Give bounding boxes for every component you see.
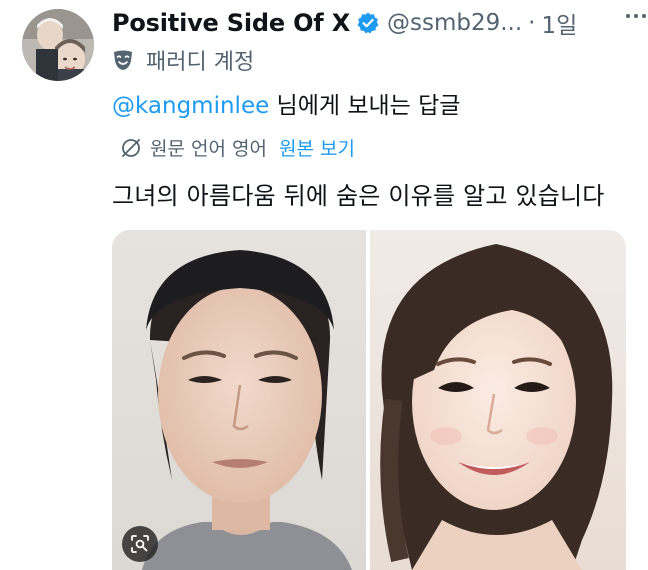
post-media-image[interactable] [112, 230, 626, 570]
visual-search-icon[interactable] [122, 526, 158, 562]
header-separator: · [528, 10, 536, 36]
reply-context: @kangminlee 님에게 보내는 답글 [112, 86, 460, 120]
more-options-icon[interactable] [626, 14, 646, 18]
verified-badge-icon[interactable] [356, 11, 380, 35]
theater-mask-icon [114, 50, 132, 70]
translation-row: 원문 언어 영어 원본 보기 [120, 134, 355, 161]
translation-note: 원문 언어 영어 [150, 138, 267, 160]
parody-label-text: 패러디 계정 [146, 50, 255, 75]
reply-to-suffix: 님에게 보내는 답글 [269, 93, 461, 119]
author-handle[interactable]: @ssmb29... [387, 10, 522, 36]
post-timestamp[interactable]: 1일 [541, 6, 577, 40]
author-avatar[interactable] [22, 9, 94, 81]
reply-to-handle-link[interactable]: @kangminlee [112, 93, 269, 119]
author-name[interactable]: Positive Side Of X [112, 9, 350, 37]
post-text: 그녀의 아름다움 뒤에 숨은 이유를 알고 있습니다 [112, 182, 605, 210]
translate-off-icon [122, 138, 140, 157]
post-header: Positive Side Of X @ssmb29... · 1일 [112, 6, 642, 40]
show-original-link[interactable]: 원본 보기 [279, 134, 355, 161]
parody-account-label: 패러디 계정 [112, 44, 254, 76]
